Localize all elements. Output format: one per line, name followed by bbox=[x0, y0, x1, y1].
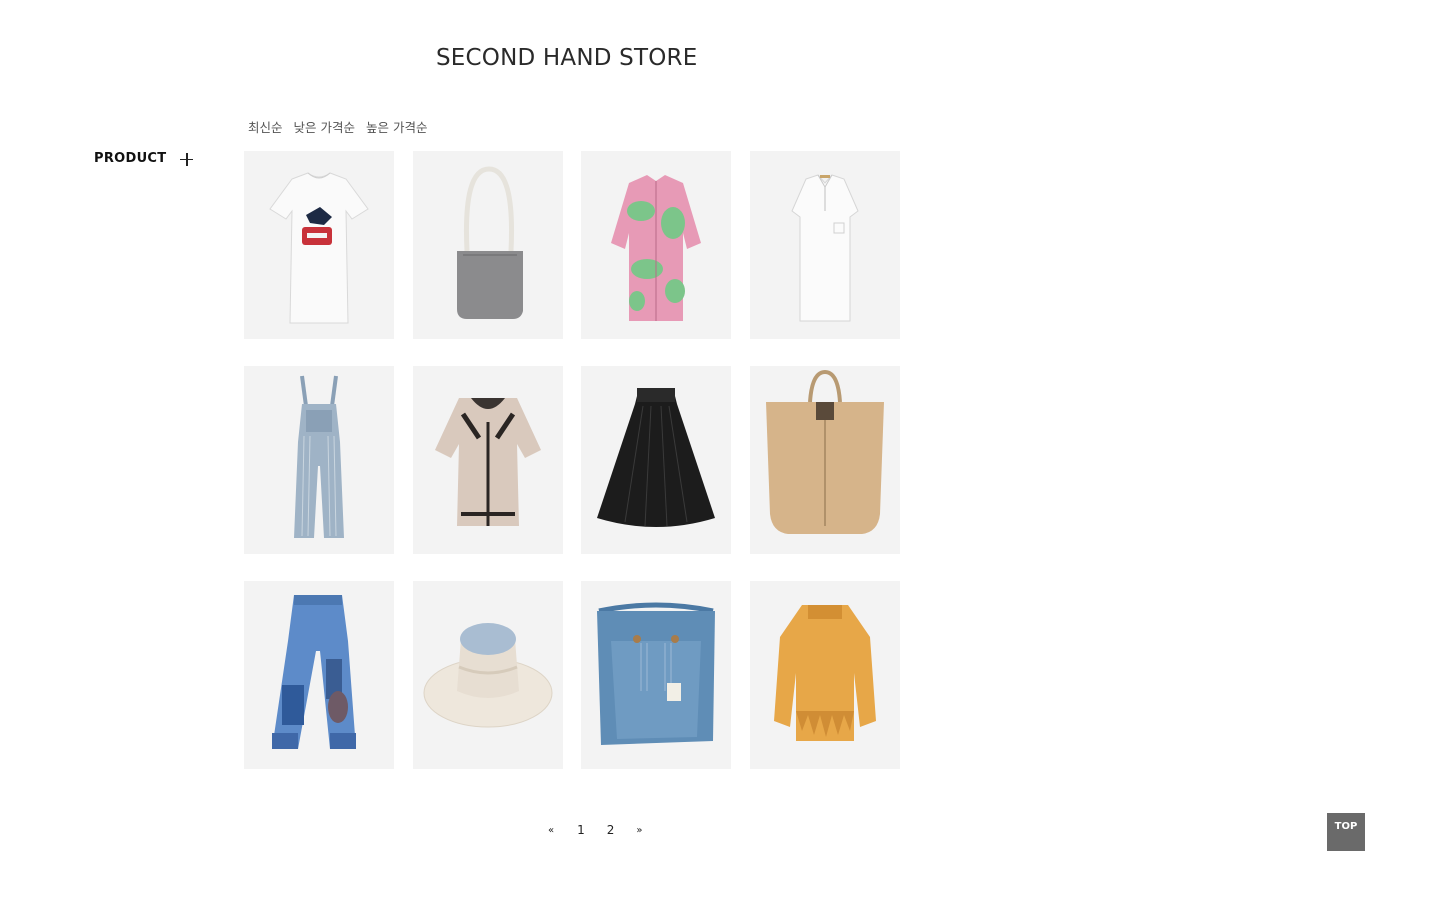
top-button[interactable]: TOP bbox=[1327, 813, 1365, 851]
shirt-icon bbox=[611, 175, 701, 321]
skirt-icon bbox=[597, 388, 715, 527]
prev-page-button[interactable]: « bbox=[548, 825, 554, 836]
product-card[interactable] bbox=[581, 581, 731, 769]
hat-icon bbox=[423, 623, 552, 728]
sidebar-category[interactable]: PRODUCT bbox=[94, 151, 194, 166]
product-card[interactable] bbox=[749, 151, 900, 339]
product-card[interactable] bbox=[244, 151, 394, 339]
sidebar-label: PRODUCT bbox=[94, 151, 167, 166]
page-title: SECOND HAND STORE bbox=[436, 45, 698, 71]
tote-icon bbox=[765, 369, 884, 534]
product-card[interactable] bbox=[412, 366, 563, 554]
jeans-icon bbox=[272, 595, 356, 749]
product-card[interactable] bbox=[412, 581, 563, 769]
denim-bag-icon bbox=[597, 602, 715, 745]
tshirt-icon bbox=[269, 172, 369, 324]
blouse-icon bbox=[434, 398, 541, 526]
sort-price-high[interactable]: 높은 가격순 bbox=[366, 117, 427, 136]
product-grid bbox=[244, 151, 900, 769]
overalls-icon bbox=[294, 375, 344, 538]
pagination: « 1 2 » bbox=[548, 823, 643, 837]
blouse-icon bbox=[773, 605, 876, 741]
product-card[interactable] bbox=[581, 366, 731, 554]
page-1-link[interactable]: 1 bbox=[577, 823, 585, 837]
product-card[interactable] bbox=[244, 581, 394, 769]
product-card[interactable] bbox=[749, 581, 900, 769]
dress-icon bbox=[790, 174, 859, 322]
page-2-link[interactable]: 2 bbox=[607, 823, 615, 837]
product-card[interactable] bbox=[412, 151, 563, 339]
next-page-button[interactable]: » bbox=[636, 825, 642, 836]
bag-icon bbox=[456, 166, 523, 319]
sort-price-low[interactable]: 낮은 가격순 bbox=[294, 117, 355, 136]
product-card[interactable] bbox=[244, 366, 394, 554]
product-card[interactable] bbox=[581, 151, 731, 339]
sort-newest[interactable]: 최신순 bbox=[248, 117, 283, 136]
plus-icon[interactable] bbox=[180, 153, 194, 166]
sort-options: 최신순 낮은 가격순 높은 가격순 bbox=[248, 117, 427, 136]
product-card[interactable] bbox=[749, 366, 900, 554]
